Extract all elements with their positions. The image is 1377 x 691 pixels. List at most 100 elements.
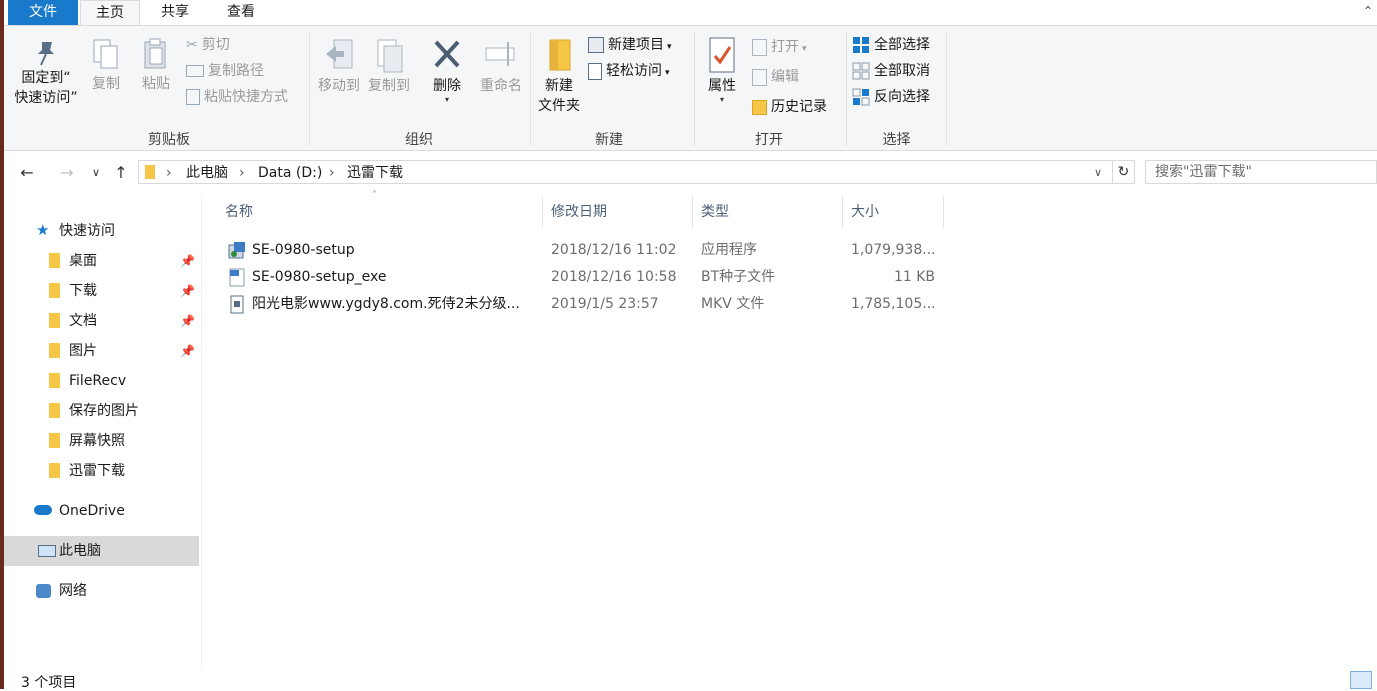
pin-icon[interactable]: 📌 <box>180 306 195 336</box>
address-bar[interactable]: › 此电脑 › Data (D:) › 迅雷下载 ∨ <box>138 160 1113 184</box>
copy-button[interactable]: 复制 <box>84 36 128 94</box>
move-to-button[interactable]: 移动到 <box>314 36 364 96</box>
copy-path-button[interactable]: 复制路径 <box>186 60 264 82</box>
nav-item-desktop[interactable]: 桌面 📌 <box>4 246 199 276</box>
paste-shortcut-button[interactable]: 粘贴快捷方式 <box>186 86 288 108</box>
file-size: 1,785,105... <box>851 296 935 312</box>
pin-icon[interactable]: 📌 <box>180 276 195 306</box>
nav-item-label: 文档 <box>69 313 97 329</box>
collapse-ribbon-icon[interactable]: ⌃ <box>1361 4 1375 18</box>
pin-quick-access-label: 固定到“ 快速访问” <box>14 70 78 106</box>
file-name: SE-0980-setup <box>252 242 355 258</box>
open-button[interactable]: 打开 ▾ <box>752 36 807 58</box>
new-item-dropdown-icon: ▾ <box>667 42 672 52</box>
nav-item-saved-pictures[interactable]: 保存的图片 <box>4 396 199 426</box>
history-button[interactable]: 历史记录 <box>752 96 827 118</box>
back-arrow-icon[interactable]: ← <box>16 162 38 184</box>
column-header-name[interactable]: 名称 <box>217 196 543 228</box>
breadcrumb-separator-icon: › <box>239 165 245 181</box>
group-divider <box>530 32 531 146</box>
application-icon <box>228 241 246 260</box>
forward-arrow-icon[interactable]: → <box>56 162 78 184</box>
nav-this-pc[interactable]: 此电脑 <box>4 536 199 566</box>
nav-item-filerecv[interactable]: FileRecv <box>4 366 199 396</box>
file-date: 2018/12/16 11:02 <box>551 242 677 258</box>
column-header-type[interactable]: 类型 <box>693 196 843 228</box>
paste-shortcut-label: 粘贴快捷方式 <box>204 89 288 105</box>
file-row[interactable]: 阳光电影www.ygdy8.com.死侍2未分级... 2019/1/5 23:… <box>220 291 944 318</box>
cloud-icon <box>34 505 52 515</box>
breadcrumb-current-folder[interactable]: 迅雷下载 <box>347 164 403 182</box>
breadcrumb-data-drive[interactable]: Data (D:) <box>258 164 322 182</box>
nav-item-label: 下载 <box>69 283 97 299</box>
details-view-icon[interactable] <box>1350 671 1372 689</box>
select-all-button[interactable]: 全部选择 <box>852 34 930 56</box>
nav-item-label: 保存的图片 <box>69 403 139 419</box>
properties-dropdown-icon[interactable]: ▾ <box>700 96 744 104</box>
select-none-icon <box>852 62 870 80</box>
nav-item-label: 屏幕快照 <box>69 433 125 449</box>
new-folder-label: 新建 文件夹 <box>538 78 580 114</box>
pin-icon[interactable]: 📌 <box>180 246 195 276</box>
breadcrumb-separator-icon: › <box>329 165 335 181</box>
new-item-label: 新建项目 <box>608 37 664 53</box>
file-row[interactable]: SE-0980-setup_exe 2018/12/16 10:58 BT种子文… <box>220 264 944 291</box>
nav-item-documents[interactable]: 文档 📌 <box>4 306 199 336</box>
tab-home[interactable]: 主页 <box>80 0 140 25</box>
open-icon <box>752 38 767 56</box>
nav-item-pictures[interactable]: 图片 📌 <box>4 336 199 366</box>
rename-button[interactable]: 重命名 <box>474 36 528 96</box>
select-none-label: 全部取消 <box>874 63 930 79</box>
easy-access-dropdown-icon: ▾ <box>665 68 670 78</box>
up-arrow-icon[interactable]: ↑ <box>110 162 132 184</box>
copy-to-label: 复制到 <box>368 78 410 94</box>
properties-button[interactable]: 属性 ▾ <box>700 36 744 104</box>
open-dropdown-icon: ▾ <box>802 44 807 54</box>
pin-quick-access-button[interactable]: 固定到“ 快速访问” <box>10 38 82 108</box>
search-input[interactable]: 搜索"迅雷下载" <box>1145 160 1377 184</box>
address-dropdown-icon[interactable]: ∨ <box>1094 164 1102 182</box>
pin-icon[interactable]: 📌 <box>180 336 195 366</box>
column-header-size[interactable]: 大小 <box>843 196 944 228</box>
tab-file[interactable]: 文件 <box>8 0 78 25</box>
new-folder-button[interactable]: 新建 文件夹 <box>534 36 584 116</box>
select-none-button[interactable]: 全部取消 <box>852 60 930 82</box>
group-label-open: 打开 <box>755 132 783 148</box>
copy-to-button[interactable]: 复制到 <box>364 36 414 96</box>
nav-network[interactable]: 网络 <box>4 576 199 606</box>
group-label-organize: 组织 <box>405 132 433 148</box>
column-type-label: 类型 <box>701 204 729 220</box>
tab-view[interactable]: 查看 <box>210 0 272 25</box>
delete-dropdown-icon[interactable]: ▾ <box>424 96 470 104</box>
open-label: 打开 <box>771 39 799 55</box>
tab-share[interactable]: 共享 <box>144 0 206 25</box>
nav-quick-access[interactable]: ★ 快速访问 <box>4 216 199 246</box>
easy-access-button[interactable]: 轻松访问 ▾ <box>588 60 670 82</box>
downloads-folder-icon <box>49 283 60 298</box>
search-placeholder: 搜索"迅雷下载" <box>1155 164 1252 180</box>
copy-icon <box>93 39 118 69</box>
new-item-button[interactable]: 新建项目 ▾ <box>588 34 672 56</box>
network-icon <box>36 584 51 598</box>
breadcrumb-this-pc[interactable]: 此电脑 <box>186 164 228 182</box>
nav-item-screenshots[interactable]: 屏幕快照 <box>4 426 199 456</box>
cut-button[interactable]: ✂ 剪切 <box>186 34 230 56</box>
delete-button[interactable]: 删除 ▾ <box>424 36 470 104</box>
copy-path-label: 复制路径 <box>208 63 264 79</box>
invert-selection-button[interactable]: 反向选择 <box>852 86 930 108</box>
file-type: BT种子文件 <box>701 269 776 285</box>
nav-item-downloads[interactable]: 下载 📌 <box>4 276 199 306</box>
paste-button[interactable]: 粘贴 <box>134 36 178 94</box>
edit-button[interactable]: 编辑 <box>752 66 799 88</box>
refresh-icon[interactable]: ↻ <box>1113 160 1135 184</box>
nav-onedrive-label: OneDrive <box>59 503 125 519</box>
column-header-date[interactable]: 修改日期 <box>543 196 693 228</box>
nav-item-xunlei-downloads[interactable]: 迅雷下载 <box>4 456 199 486</box>
rename-icon <box>485 42 515 66</box>
invert-selection-icon <box>852 88 870 106</box>
recent-locations-chevron-icon[interactable]: ∨ <box>88 162 104 184</box>
nav-onedrive[interactable]: OneDrive <box>4 496 199 526</box>
file-row[interactable]: SE-0980-setup 2018/12/16 11:02 应用程序 1,07… <box>220 237 944 264</box>
folder-icon <box>49 463 60 478</box>
file-date: 2018/12/16 10:58 <box>551 269 677 285</box>
